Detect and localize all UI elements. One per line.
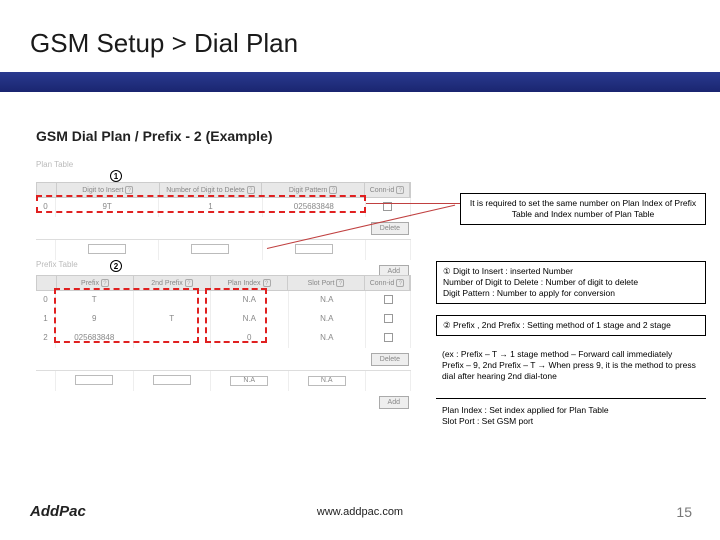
cell-conn xyxy=(366,198,411,217)
page-title: GSM Setup > Dial Plan xyxy=(30,28,298,59)
delete-button[interactable]: Delete xyxy=(371,222,409,235)
note-prefix-explain: ② Prefix , 2nd Prefix : Setting method o… xyxy=(436,315,706,336)
cell-delete: 1 xyxy=(159,198,262,217)
pattern-input[interactable] xyxy=(295,244,333,254)
cell-insert: 9T xyxy=(56,198,159,217)
help-icon: ? xyxy=(101,279,109,287)
note-digit-explain: ① Digit to Insert : inserted Number Numb… xyxy=(436,261,706,304)
checkbox[interactable] xyxy=(384,333,393,342)
checkbox[interactable] xyxy=(384,295,393,304)
prefix-input-row: N.A N.A xyxy=(36,370,411,391)
footer-url: www.addpac.com xyxy=(0,506,720,518)
help-icon: ? xyxy=(263,279,271,287)
note-plan-slot: Plan Index : Set index applied for Plan … xyxy=(436,398,706,431)
col-connid2: Conn-id? xyxy=(365,276,410,290)
checkbox[interactable] xyxy=(383,202,392,211)
delete-button[interactable]: Delete xyxy=(371,353,409,366)
table-row: 1 9 T N.A N.A xyxy=(36,310,411,329)
title-underline xyxy=(0,72,720,92)
help-icon: ? xyxy=(125,186,133,194)
prefix2-input[interactable] xyxy=(153,375,191,385)
col-digit-insert: Digit to Insert? xyxy=(57,183,160,197)
page-number: 15 xyxy=(676,504,692,520)
col-slot-port: Slot Port? xyxy=(288,276,365,290)
prefix-table-header: Prefix? 2nd Prefix? Plan Index? Slot Por… xyxy=(36,275,411,291)
add-button[interactable]: Add xyxy=(379,396,409,409)
plan-table-input-row xyxy=(36,239,411,260)
help-icon: ? xyxy=(396,186,404,194)
note-same-number: It is required to set the same number on… xyxy=(460,193,706,225)
table-row: 0 T N.A N.A xyxy=(36,291,411,310)
checkbox[interactable] xyxy=(384,314,393,323)
plan-table-header: Digit to Insert? Number of Digit to Dele… xyxy=(36,182,411,198)
table-row: 2 025683848 0 N.A xyxy=(36,329,411,348)
help-icon: ? xyxy=(329,186,337,194)
help-icon: ? xyxy=(336,279,344,287)
plan-table-row: 0 9T 1 025683848 xyxy=(36,198,411,217)
delete-input[interactable] xyxy=(191,244,229,254)
slot-input[interactable]: N.A xyxy=(308,376,346,386)
help-icon: ? xyxy=(185,279,193,287)
annotation-badge-1: 1 xyxy=(110,170,122,182)
cell-pattern: 025683848 xyxy=(263,198,366,217)
subtitle: GSM Dial Plan / Prefix - 2 (Example) xyxy=(36,128,273,144)
help-icon: ? xyxy=(396,279,404,287)
prefix-table-caption: Prefix Table xyxy=(36,260,78,269)
plan-input[interactable]: N.A xyxy=(230,376,268,386)
col-digit-pattern: Digit Pattern? xyxy=(262,183,365,197)
col-plan-index: Plan Index? xyxy=(211,276,288,290)
note-example: (ex : Prefix – T → 1 stage method – Forw… xyxy=(436,345,706,386)
insert-input[interactable] xyxy=(88,244,126,254)
prefix-input[interactable] xyxy=(75,375,113,385)
col-digit-delete: Number of Digit to Delete? xyxy=(160,183,263,197)
plan-table-caption: Plan Table xyxy=(36,160,73,169)
annotation-badge-2: 2 xyxy=(110,260,122,272)
row-index: 0 xyxy=(36,198,56,217)
col-connid: Conn-id? xyxy=(365,183,410,197)
col-prefix2: 2nd Prefix? xyxy=(134,276,211,290)
help-icon: ? xyxy=(247,186,255,194)
col-prefix: Prefix? xyxy=(57,276,134,290)
config-screenshot: Plan Table Digit to Insert? Number of Di… xyxy=(36,160,436,395)
